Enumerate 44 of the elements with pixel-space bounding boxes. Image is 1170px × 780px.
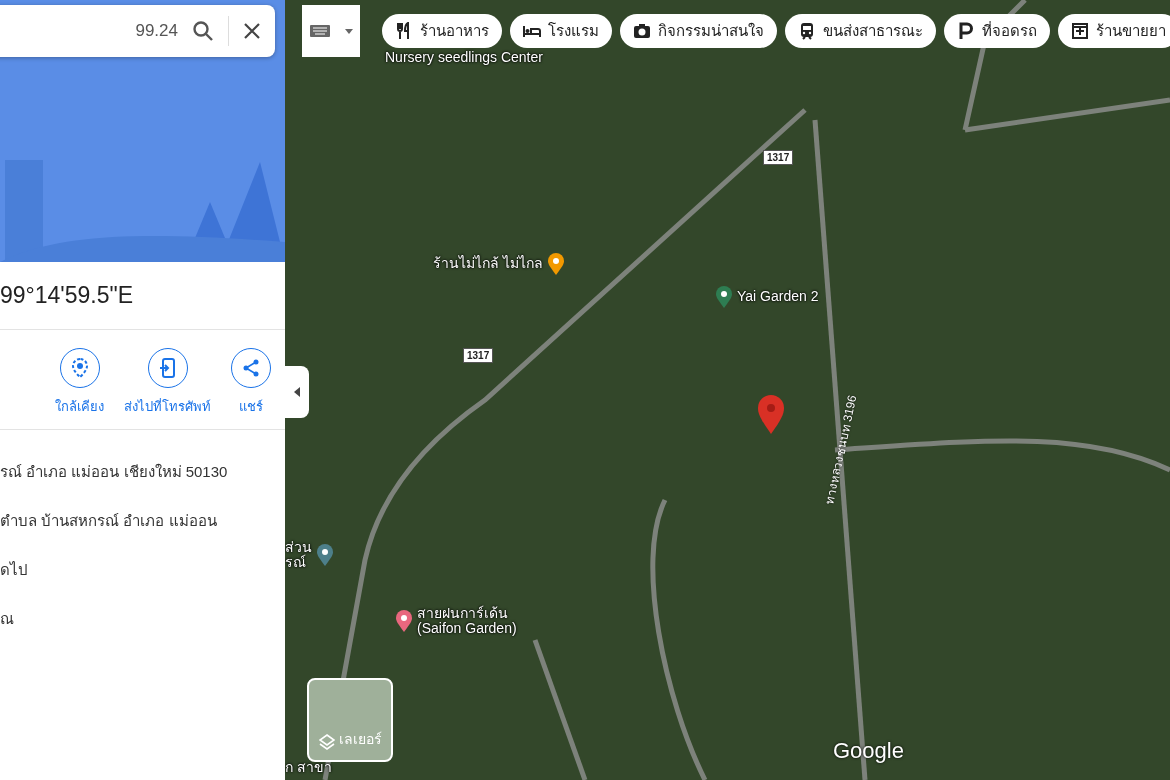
road-number: 1317 bbox=[763, 150, 794, 165]
layers-icon bbox=[318, 734, 335, 750]
parking-icon bbox=[957, 22, 975, 40]
map-logo: Google bbox=[833, 738, 904, 764]
search-icon[interactable] bbox=[192, 20, 214, 42]
phone-icon bbox=[159, 358, 176, 378]
place-label: ร้านไม่ไกล้ ไม่ไกล bbox=[433, 256, 543, 272]
garden-pin-icon bbox=[715, 285, 733, 309]
satellite-map[interactable] bbox=[285, 0, 1170, 780]
train-icon bbox=[798, 22, 816, 40]
location-icon bbox=[70, 358, 89, 378]
keyboard-button[interactable] bbox=[302, 5, 360, 57]
hotel-pin-icon bbox=[395, 609, 413, 634]
place-label: Yai Garden 2 bbox=[737, 289, 819, 305]
road-number: 1317 bbox=[463, 348, 494, 363]
keyboard-icon bbox=[309, 25, 330, 37]
info-text: รณ์ อำเภอ แม่ออน เชียงใหม่ 50130 bbox=[0, 462, 229, 482]
location-pin-icon bbox=[757, 395, 785, 435]
category-chip[interactable]: ร้านขายยา bbox=[1058, 14, 1170, 48]
info-text: ตำบล บ้านสหกรณ์ อำเภอ แม่ออน bbox=[0, 511, 218, 531]
pharmacy-icon bbox=[1071, 22, 1089, 40]
category-chip[interactable]: ที่จอดรถ bbox=[944, 14, 1050, 48]
place-label: Nursery seedlings Center bbox=[385, 50, 543, 66]
place-label: ส่วน รณ์ bbox=[285, 540, 312, 571]
place-label: สายฝนการ์เด้น (Saifon Garden) bbox=[417, 606, 517, 637]
share-icon bbox=[242, 359, 260, 377]
category-chip[interactable]: โรงแรม bbox=[510, 14, 612, 48]
info-text: ดไป bbox=[0, 560, 29, 580]
category-chip[interactable]: กิจกรรมน่าสนใจ bbox=[620, 14, 777, 48]
category-chip[interactable]: ขนส่งสาธารณะ bbox=[785, 14, 936, 48]
caret-icon bbox=[344, 28, 353, 34]
close-icon[interactable] bbox=[243, 22, 261, 40]
collapse-button[interactable] bbox=[285, 366, 309, 418]
museum-pin-icon bbox=[316, 543, 334, 568]
restaurant-pin-icon bbox=[546, 252, 565, 276]
info-text: ณ bbox=[0, 609, 15, 629]
camera-icon bbox=[633, 22, 651, 40]
search-value: 99.24 bbox=[135, 21, 178, 41]
action-button[interactable]: ใกล้เคียง bbox=[55, 348, 104, 417]
category-chip[interactable]: ร้านอาหาร bbox=[382, 14, 502, 48]
action-button[interactable]: ส่งไปที่โทรศัพท์ bbox=[124, 348, 211, 417]
caret-icon bbox=[294, 387, 300, 397]
search-field[interactable]: 99.24 bbox=[0, 5, 275, 57]
place-label: ก สาขา bbox=[285, 760, 332, 776]
